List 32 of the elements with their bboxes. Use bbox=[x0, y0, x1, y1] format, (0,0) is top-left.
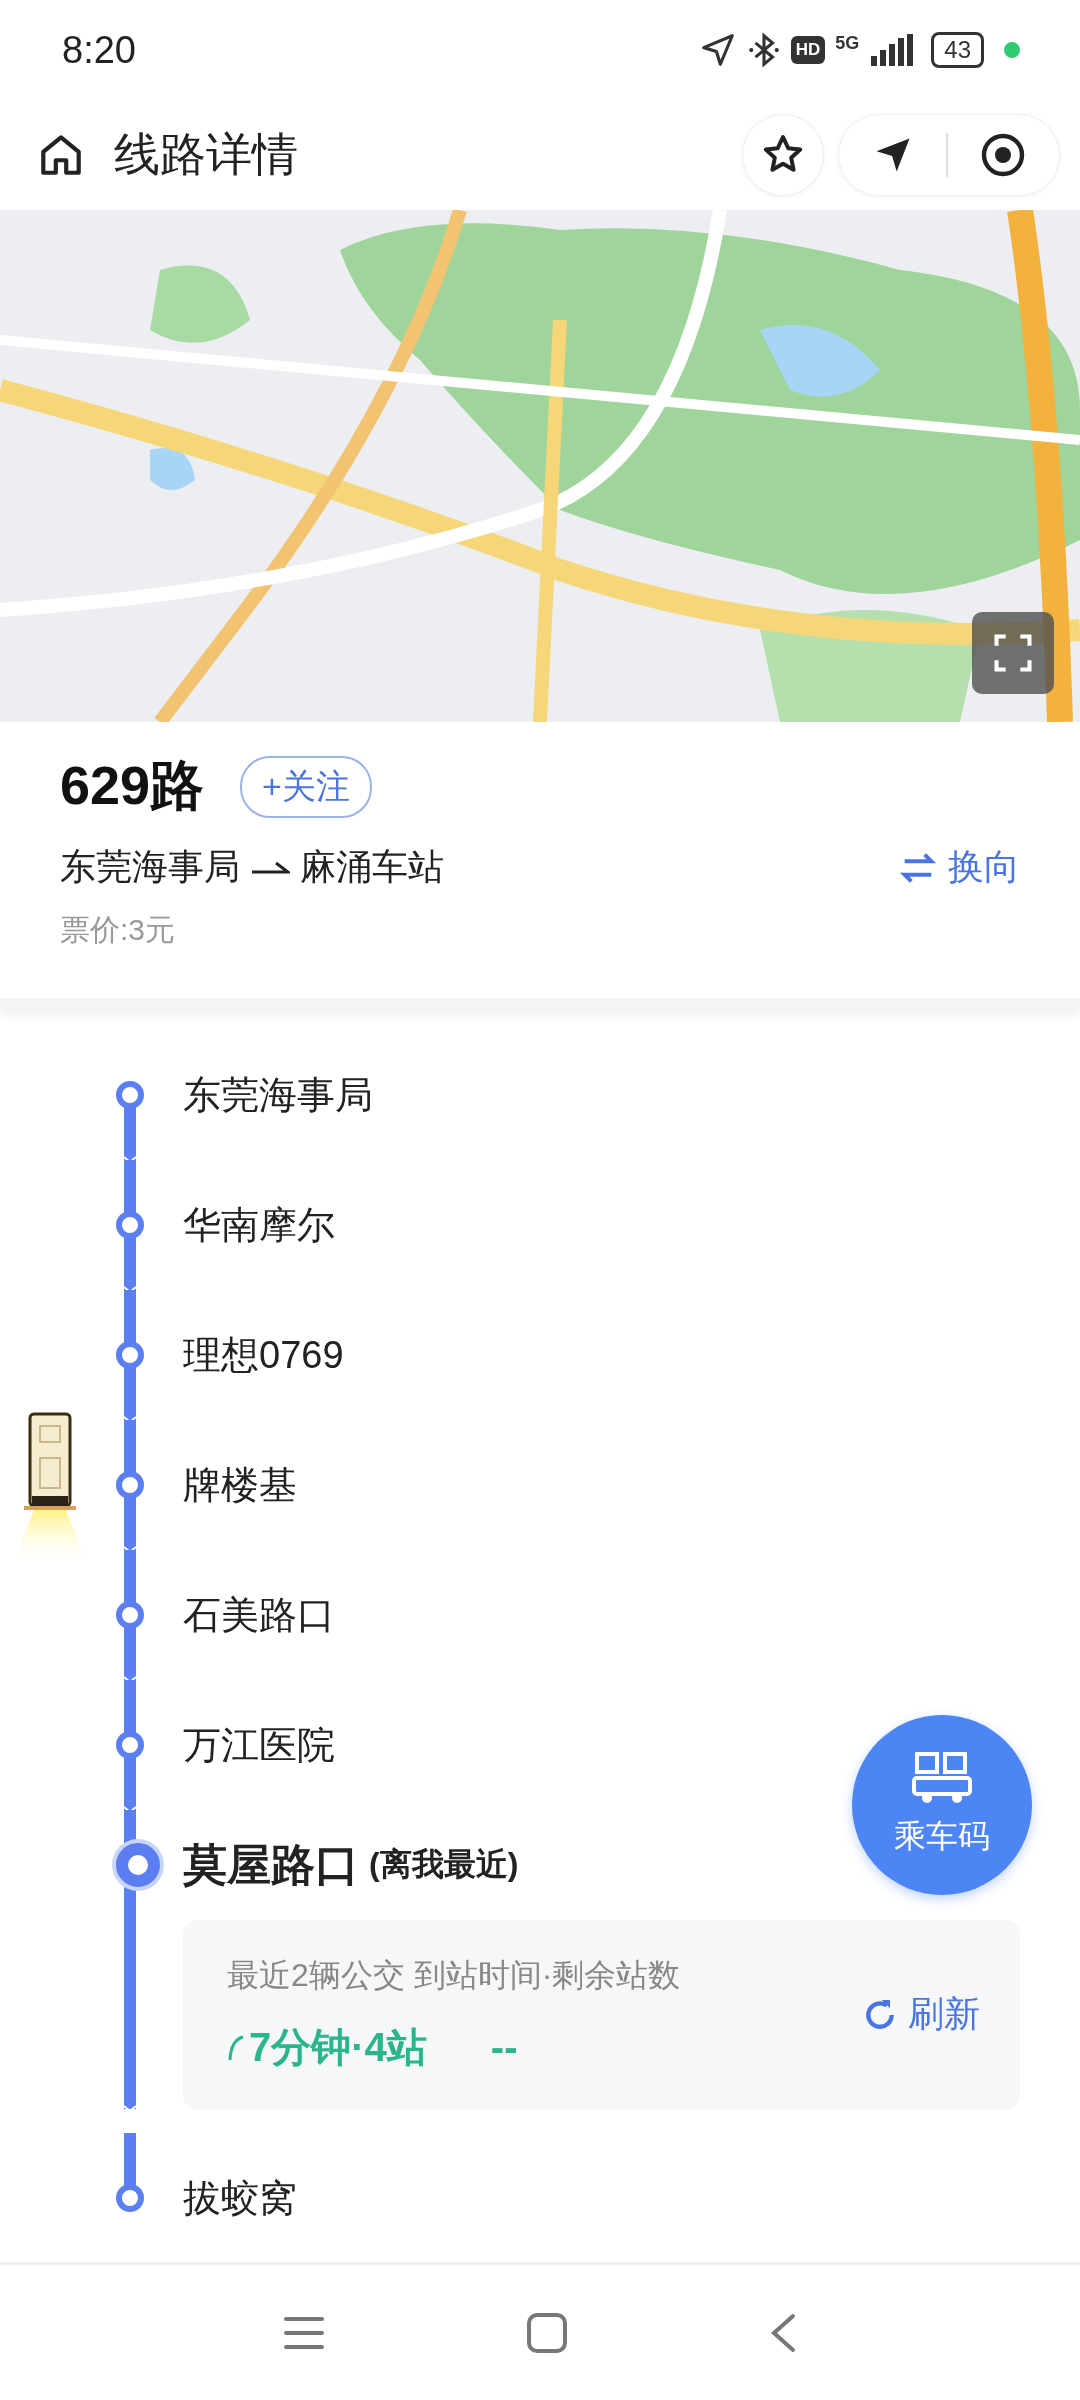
live-signal-icon bbox=[227, 2033, 245, 2062]
route-origin: 东莞海事局 bbox=[60, 845, 240, 889]
ride-code-button[interactable]: 乘车码 bbox=[852, 1715, 1032, 1895]
page-title: 线路详情 bbox=[114, 127, 298, 182]
station-name[interactable]: 石美路口 bbox=[183, 1589, 335, 1641]
nearest-note: (离我最近) bbox=[369, 1845, 519, 1884]
privacy-dot bbox=[1004, 42, 1020, 58]
station-name[interactable]: 莫屋路口 bbox=[183, 1835, 359, 1895]
refresh-button[interactable]: 刷新 bbox=[860, 1990, 980, 2039]
arrival-time: -- bbox=[490, 2025, 518, 2070]
fare-text: 票价:3元 bbox=[60, 912, 177, 948]
station-name[interactable]: 万江医院 bbox=[183, 1719, 335, 1771]
home-button-icon[interactable] bbox=[526, 2311, 568, 2354]
hd-badge: HD bbox=[790, 36, 826, 64]
station-name[interactable]: 拔蛟窝 bbox=[183, 2172, 297, 2224]
follow-button[interactable]: +关注 bbox=[240, 755, 372, 818]
signal-icon bbox=[869, 34, 914, 66]
station-name[interactable]: 东莞海事局 bbox=[183, 1069, 373, 1121]
fullscreen-button[interactable] bbox=[972, 612, 1054, 694]
bluetooth-icon bbox=[746, 31, 781, 69]
station-name[interactable]: 华南摩尔 bbox=[183, 1199, 335, 1251]
station-name[interactable]: 牌楼基 bbox=[183, 1459, 297, 1511]
station-name[interactable]: 理想0769 bbox=[183, 1329, 344, 1381]
route-destination: 麻涌车站 bbox=[300, 845, 444, 889]
arrival-caption: 最近2辆公交 到站时间·剩余站数 bbox=[227, 1956, 681, 1995]
status-time: 8:20 bbox=[62, 28, 136, 72]
reverse-button[interactable]: 换向 bbox=[898, 843, 1020, 892]
network-label: 5G bbox=[835, 33, 860, 54]
battery-indicator: 43 bbox=[931, 32, 984, 68]
fullscreen-icon bbox=[991, 631, 1035, 675]
route-name: 629路 bbox=[60, 754, 205, 817]
arrival-time: 7分钟·4站 bbox=[249, 2024, 427, 2071]
